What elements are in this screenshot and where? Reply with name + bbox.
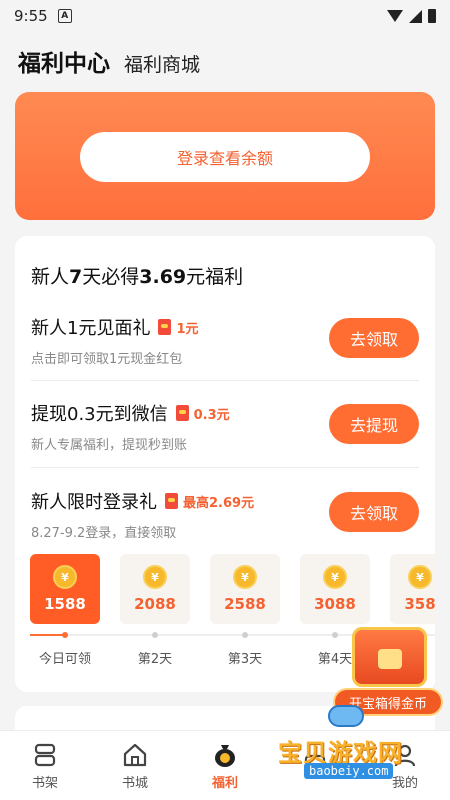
progress-dot (242, 632, 248, 638)
money-bag-icon (211, 741, 239, 769)
nav-label: 福利 (211, 775, 238, 791)
nav-bookstore[interactable]: 书城 (90, 731, 180, 800)
day-reward-card[interactable]: ¥ 3088 (300, 554, 370, 624)
day-reward-card[interactable]: ¥ 2588 (210, 554, 280, 624)
progress-dot (152, 632, 158, 638)
coin-icon: ¥ (53, 565, 77, 589)
red-packet-icon (158, 319, 172, 335)
nav-label: 书城 (121, 775, 148, 791)
divider (31, 467, 419, 468)
day-reward-card[interactable]: ¥ 2088 (120, 554, 190, 624)
task-item: 提现0.3元到微信 0.3元 新人专属福利，提现秒到账 去提现 (31, 400, 419, 488)
day-reward-amount: 1588 (44, 595, 86, 613)
task-desc: 8.27-9.2登录，直接领取 (31, 526, 177, 541)
site-watermark: 宝贝游戏网 baobeiy.com (278, 705, 428, 788)
day-label: 第3天 (227, 652, 263, 667)
task-desc: 点击即可领取1元现金红包 (31, 352, 183, 367)
day-reward-amount: 2088 (134, 595, 176, 613)
welfare-title-pre: 新人 (31, 266, 70, 288)
progress-fill (30, 634, 65, 636)
signal-icon (409, 9, 422, 23)
coin-icon: ¥ (323, 565, 347, 589)
wifi-icon (387, 10, 403, 22)
page-header: 福利中心 福利商城 (18, 44, 200, 78)
day-reward-card[interactable]: ¥ 1588 (30, 554, 100, 624)
welfare-title: 新人7天必得3.69元福利 (31, 262, 243, 289)
battery-icon (428, 9, 436, 23)
welfare-title-mid: 天必得 (82, 266, 140, 288)
red-packet-icon (175, 405, 189, 421)
task-name-row: 提现0.3元到微信 0.3元 (31, 400, 230, 426)
task-reward: 1元 (176, 321, 199, 337)
balance-card: 登录查看余额 (15, 92, 435, 220)
task-name-row: 新人1元见面礼 1元 (31, 314, 199, 340)
status-icons (387, 9, 436, 23)
daily-reward-strip[interactable]: ¥ 1588 ¥ 2088 ¥ 2588 ¥ 3088 ¥ 358 (30, 554, 435, 634)
day-label: 今日可领 (38, 652, 91, 667)
status-bar: 9:55 A (0, 0, 450, 32)
nav-welfare[interactable]: 福利 (180, 731, 270, 800)
day-reward-amount: 3088 (314, 595, 356, 613)
status-time: 9:55 (14, 7, 48, 25)
day-reward-amount: 2588 (224, 595, 266, 613)
tab-welfare-center[interactable]: 福利中心 (18, 44, 110, 78)
welfare-title-post: 元福利 (186, 266, 244, 288)
nav-label: 书架 (31, 775, 58, 791)
task-name-row: 新人限时登录礼 最高2.69元 (31, 488, 254, 514)
progress-dot (62, 632, 68, 638)
divider (31, 380, 419, 381)
task-reward: 最高2.69元 (183, 495, 255, 511)
nav-bookshelf[interactable]: 书架 (0, 731, 90, 800)
coin-icon: ¥ (233, 565, 257, 589)
task-name: 提现0.3元到微信 (31, 404, 168, 425)
chest-lock-icon (378, 649, 402, 669)
coin-icon: ¥ (143, 565, 167, 589)
tab-welfare-mall[interactable]: 福利商城 (124, 50, 200, 77)
claim-button[interactable]: 去领取 (329, 492, 419, 532)
home-icon (121, 741, 149, 769)
day-label: 第2天 (137, 652, 173, 667)
day-reward-amount: 358 (404, 595, 435, 613)
welfare-title-days: 7 (69, 266, 83, 288)
task-desc: 新人专属福利，提现秒到账 (31, 438, 188, 453)
gamepad-logo-icon (328, 705, 364, 727)
watermark-url: baobeiy.com (304, 763, 394, 779)
login-view-balance-button[interactable]: 登录查看余额 (80, 132, 370, 182)
notification-a-icon: A (57, 9, 72, 23)
day-reward-card[interactable]: ¥ 358 (390, 554, 435, 624)
red-packet-icon (165, 493, 178, 509)
treasure-chest-widget[interactable]: 开宝箱得金币 (330, 623, 445, 718)
bookshelf-icon (31, 741, 59, 769)
task-name: 新人1元见面礼 (31, 318, 151, 339)
withdraw-button[interactable]: 去提现 (329, 404, 419, 444)
task-item: 新人1元见面礼 1元 点击即可领取1元现金红包 去领取 (31, 314, 419, 402)
task-name: 新人限时登录礼 (31, 492, 157, 513)
welfare-title-amount: 3.69 (139, 266, 187, 288)
coin-icon: ¥ (408, 565, 432, 589)
claim-button[interactable]: 去领取 (329, 318, 419, 358)
task-reward: 0.3元 (193, 407, 230, 423)
